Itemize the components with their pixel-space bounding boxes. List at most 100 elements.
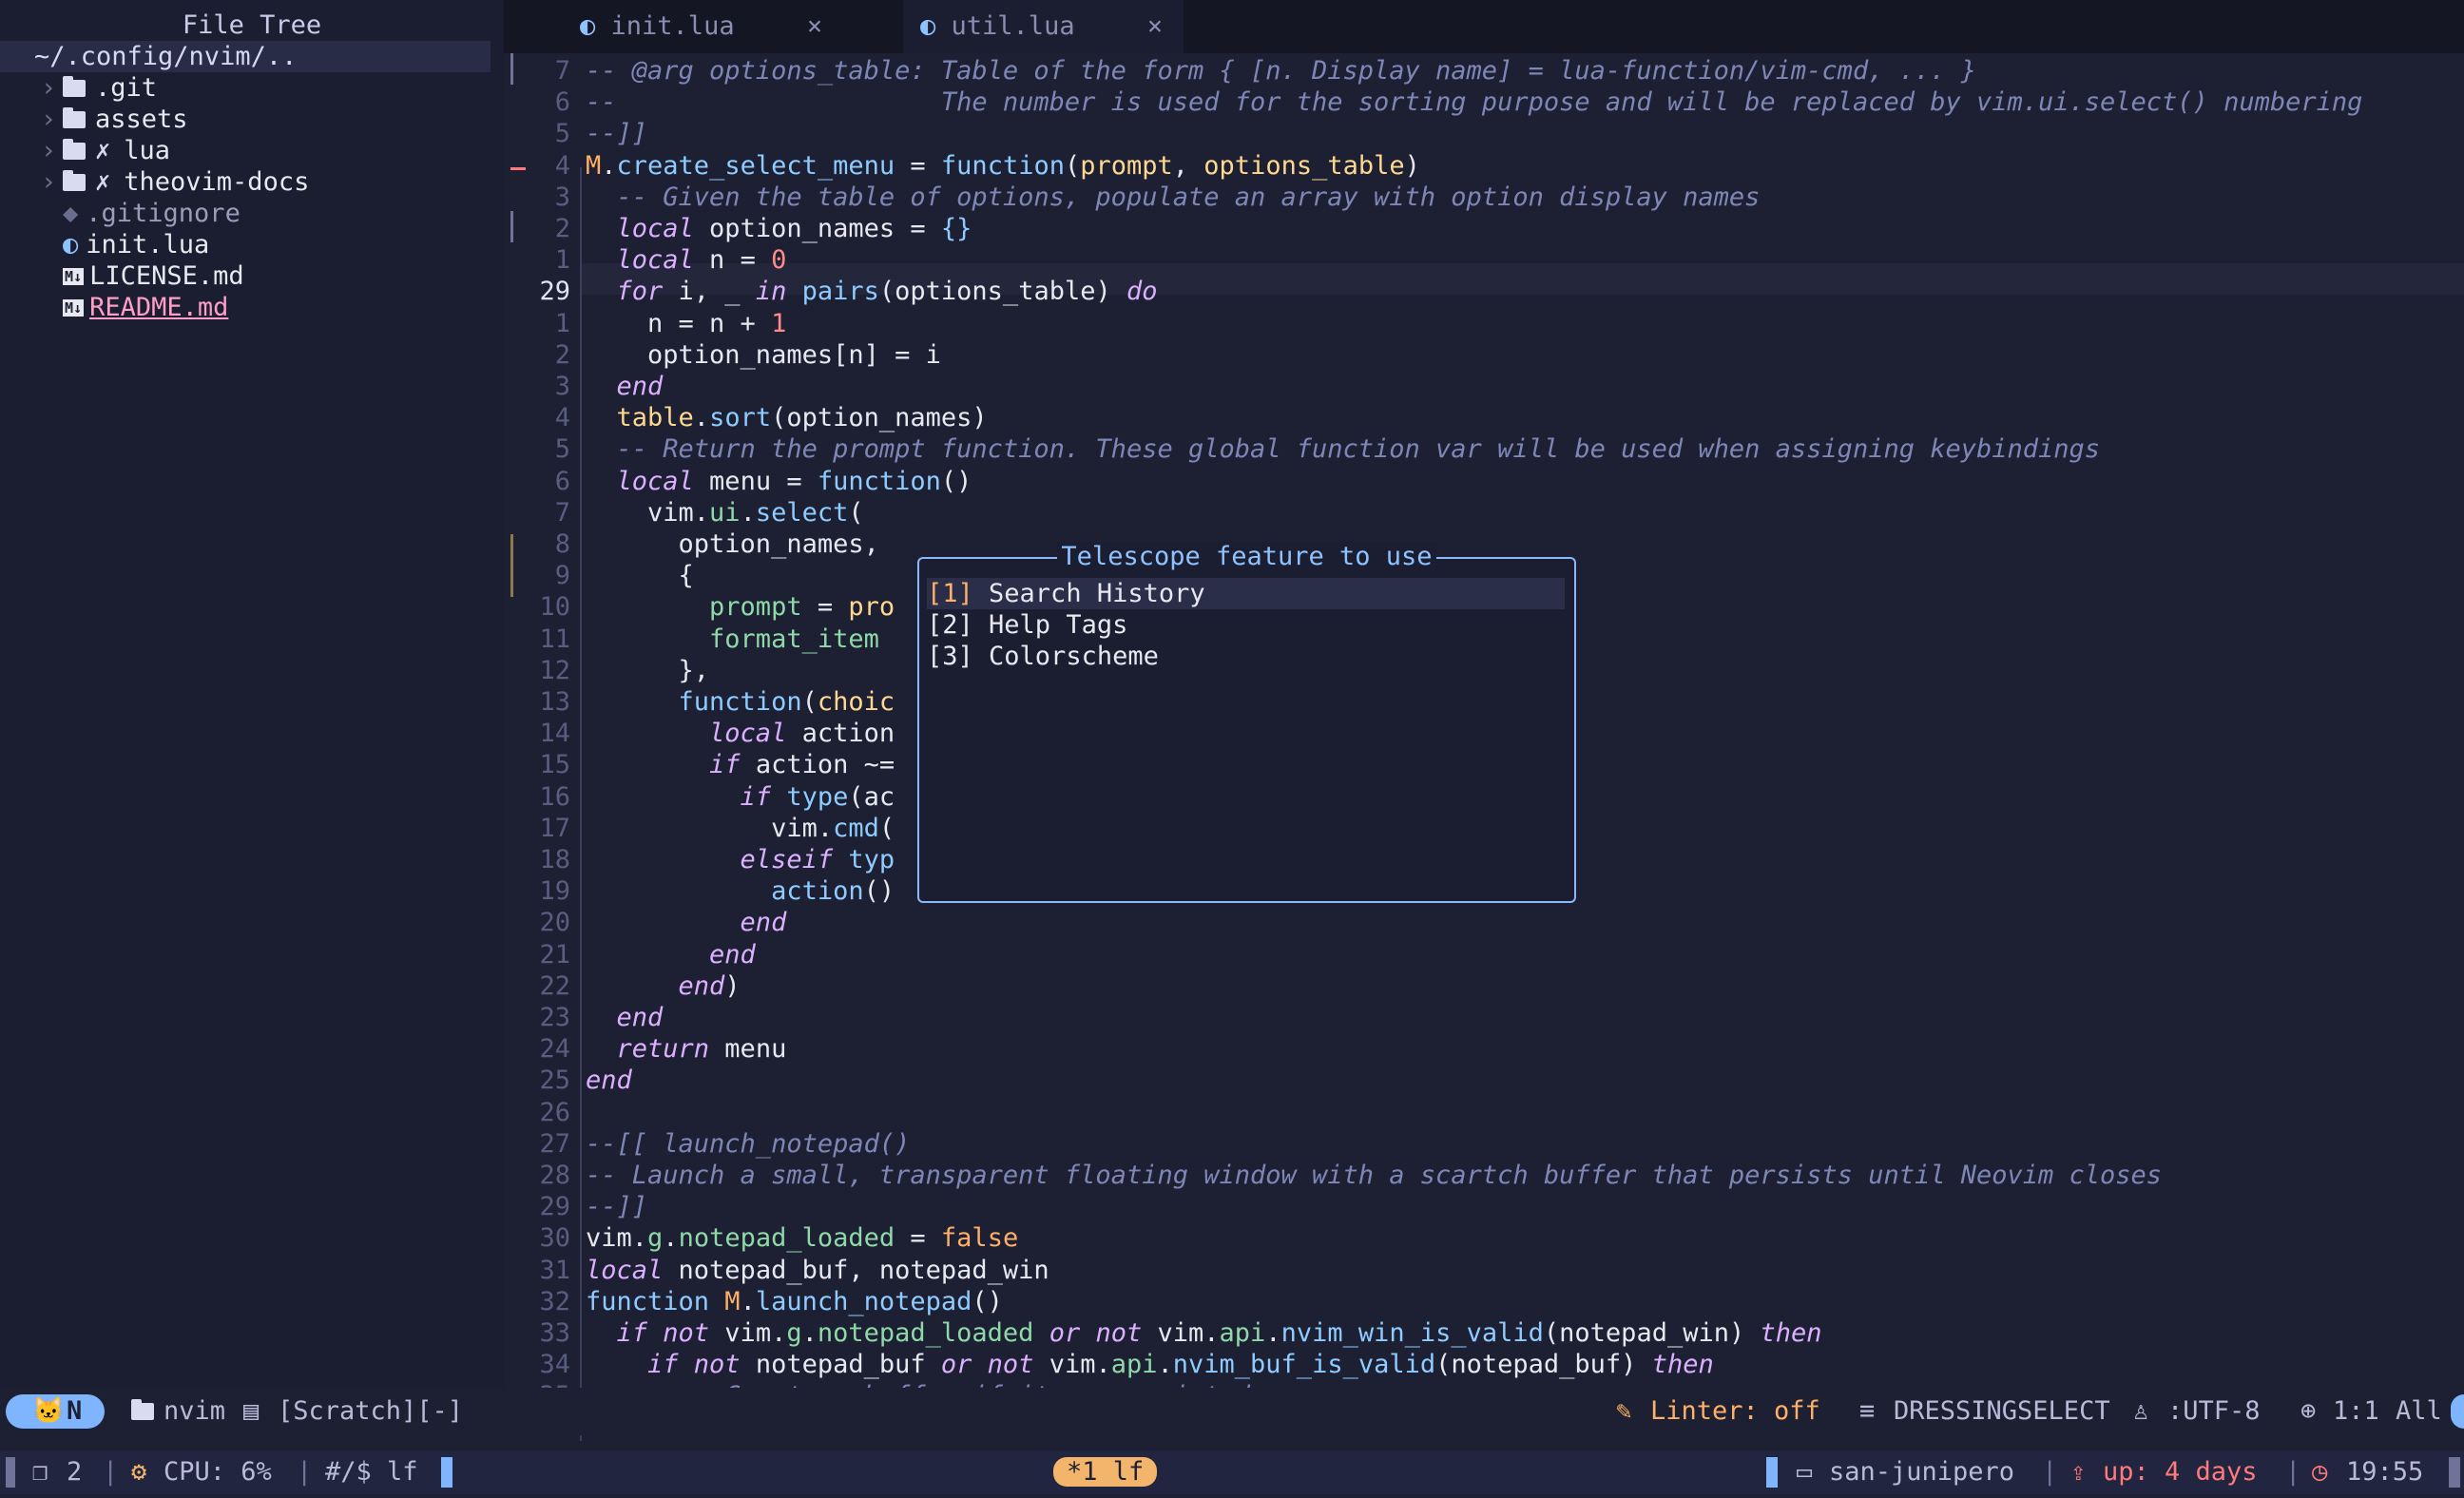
code-line[interactable]: n = n + 1 xyxy=(586,308,786,339)
file-tree-item[interactable]: ◐ init.lua xyxy=(0,229,491,260)
uptime: up: 4 days xyxy=(2103,1457,2258,1487)
code-line[interactable]: table.sort(option_names) xyxy=(586,402,988,433)
code-line[interactable]: end xyxy=(586,1002,664,1033)
code-line[interactable]: end xyxy=(586,371,664,402)
code-line[interactable]: end xyxy=(586,939,756,970)
line-number: 4 xyxy=(554,150,570,181)
code-line[interactable]: }, xyxy=(586,655,710,686)
file-tree-item[interactable]: › ✗ lua xyxy=(0,135,491,166)
code-line[interactable]: end) xyxy=(586,970,741,1002)
close-icon[interactable]: × xyxy=(807,11,822,41)
code-line[interactable]: -- The number is used for the sorting pu… xyxy=(586,86,2362,118)
tab-util-lua[interactable]: ◐ util.lua × xyxy=(903,0,1184,53)
line-number: 11 xyxy=(539,624,570,654)
code-line[interactable]: option_names[n] = i xyxy=(586,339,941,371)
code-line[interactable]: --[[ launch_notepad() xyxy=(586,1128,910,1160)
line-number: 27 xyxy=(539,1128,570,1159)
code-token: notepad_buf, notepad_win xyxy=(663,1255,1049,1285)
code-line[interactable]: vim.ui.select( xyxy=(586,497,864,528)
code-line[interactable]: --]] xyxy=(586,118,647,149)
code-token: api xyxy=(1110,1350,1158,1380)
line-number: 1 xyxy=(554,308,570,338)
code-token: menu xyxy=(709,1034,787,1065)
code-token: if not xyxy=(586,1318,710,1348)
code-line[interactable]: local option_names = {} xyxy=(586,213,972,244)
folder-icon xyxy=(131,1388,154,1435)
file-tree-item[interactable]: M↓ LICENSE.md xyxy=(0,260,491,292)
file-tree-item[interactable]: › .git xyxy=(0,72,491,104)
code-token: M xyxy=(709,1286,741,1316)
code-line[interactable]: end xyxy=(586,907,787,938)
folder-icon xyxy=(63,139,86,160)
chevron-right-icon: › xyxy=(40,105,57,134)
code-token: --[[ launch_notepad() xyxy=(586,1128,911,1159)
code-token: n = n + xyxy=(586,308,772,338)
code-line[interactable]: prompt = pro xyxy=(586,591,895,623)
code-line[interactable]: -- Return the prompt function. These glo… xyxy=(586,433,2101,465)
code-line[interactable]: local action xyxy=(586,718,895,749)
code-line[interactable]: end xyxy=(586,1065,632,1096)
window-count: 2 xyxy=(67,1457,83,1487)
code-line[interactable]: vim.g.notepad_loaded = false xyxy=(586,1222,1018,1254)
active-window-tab[interactable]: *1 lf xyxy=(1053,1457,1158,1488)
code-line[interactable]: --]] xyxy=(586,1191,647,1222)
code-token: function xyxy=(586,687,802,717)
code-token: = xyxy=(895,1223,941,1254)
code-line[interactable]: { xyxy=(586,560,694,591)
line-number: 18 xyxy=(539,845,570,874)
code-line[interactable]: -- Given the table of options, populate … xyxy=(586,182,1761,213)
code-token: 0 xyxy=(771,245,787,276)
line-number: 30 xyxy=(539,1223,570,1254)
code-token: (ac xyxy=(848,781,895,812)
code-token: g xyxy=(786,1318,802,1348)
code-line[interactable]: return menu xyxy=(586,1033,787,1065)
lua-moon-icon: ◐ xyxy=(63,230,79,259)
tab-init-lua[interactable]: ◐ init.lua × xyxy=(563,0,843,53)
code-line[interactable]: for i, _ in pairs(options_table) do xyxy=(586,276,1158,307)
code-line[interactable]: vim.cmd( xyxy=(586,813,895,844)
file-tree-item[interactable]: › assets xyxy=(0,104,491,135)
code-token: vim. xyxy=(1033,1350,1111,1380)
code-line[interactable]: option_names, xyxy=(586,528,879,560)
code-line[interactable]: -- Launch a small, transparent floating … xyxy=(586,1160,2162,1191)
file-tree-item[interactable]: M↓ README.md xyxy=(0,292,491,323)
code-token: . xyxy=(1265,1318,1281,1348)
telescope-select-popup[interactable]: Telescope feature to use [1] Search Hist… xyxy=(917,542,1576,903)
select-option-2[interactable]: [2] Help Tags xyxy=(927,609,1565,641)
code-token: api xyxy=(1219,1318,1266,1348)
file-tree-item[interactable]: › ✗ theovim-docs xyxy=(0,166,491,198)
close-icon[interactable]: × xyxy=(1147,11,1163,41)
code-line[interactable]: if action ~= xyxy=(586,749,895,780)
left-cap xyxy=(6,1457,15,1488)
select-option-3[interactable]: [3] Colorscheme xyxy=(927,641,1565,672)
code-token: ( xyxy=(878,813,895,843)
cat-icon: 🐱 xyxy=(32,1396,65,1426)
code-token: . xyxy=(693,403,710,433)
code-token: = xyxy=(895,150,941,181)
code-line[interactable]: local menu = function() xyxy=(586,466,972,497)
code-line[interactable]: local notepad_buf, notepad_win xyxy=(586,1255,1049,1286)
code-line[interactable]: local n = 0 xyxy=(586,244,787,276)
git-modified-icon: ✗ xyxy=(95,167,111,197)
line-number: 12 xyxy=(539,655,570,685)
code-line[interactable]: if not vim.g.notepad_loaded or not vim.a… xyxy=(586,1317,1822,1349)
code-line[interactable]: function(choic xyxy=(586,686,895,718)
code-line[interactable]: if type(ac xyxy=(586,781,895,813)
line-number: 25 xyxy=(539,1066,570,1096)
file-tree-item-label: init.lua xyxy=(86,230,210,259)
code-token: (notepad_buf) xyxy=(1435,1350,1652,1380)
code-token: () xyxy=(863,876,895,907)
file-tree-item[interactable]: ◆ .gitignore xyxy=(0,198,491,229)
code-token: . xyxy=(801,1318,818,1348)
filetype-icon: ≡ xyxy=(1859,1396,1876,1426)
select-option-1[interactable]: [1] Search History xyxy=(927,578,1565,609)
line-number: 19 xyxy=(539,876,570,907)
code-line[interactable]: elseif typ xyxy=(586,844,895,875)
code-line[interactable]: -- @arg options_table: Table of the form… xyxy=(586,55,1976,86)
code-line[interactable]: M.create_select_menu = function(prompt, … xyxy=(586,150,1420,182)
code-line[interactable]: function M.launch_notepad() xyxy=(586,1286,1003,1317)
code-line[interactable]: if not notepad_buf or not vim.api.nvim_b… xyxy=(586,1349,1714,1380)
code-line[interactable]: action() xyxy=(586,875,895,907)
code-token: function xyxy=(586,1286,710,1316)
file-tree-root[interactable]: ~/.config/nvim/.. xyxy=(0,41,491,72)
